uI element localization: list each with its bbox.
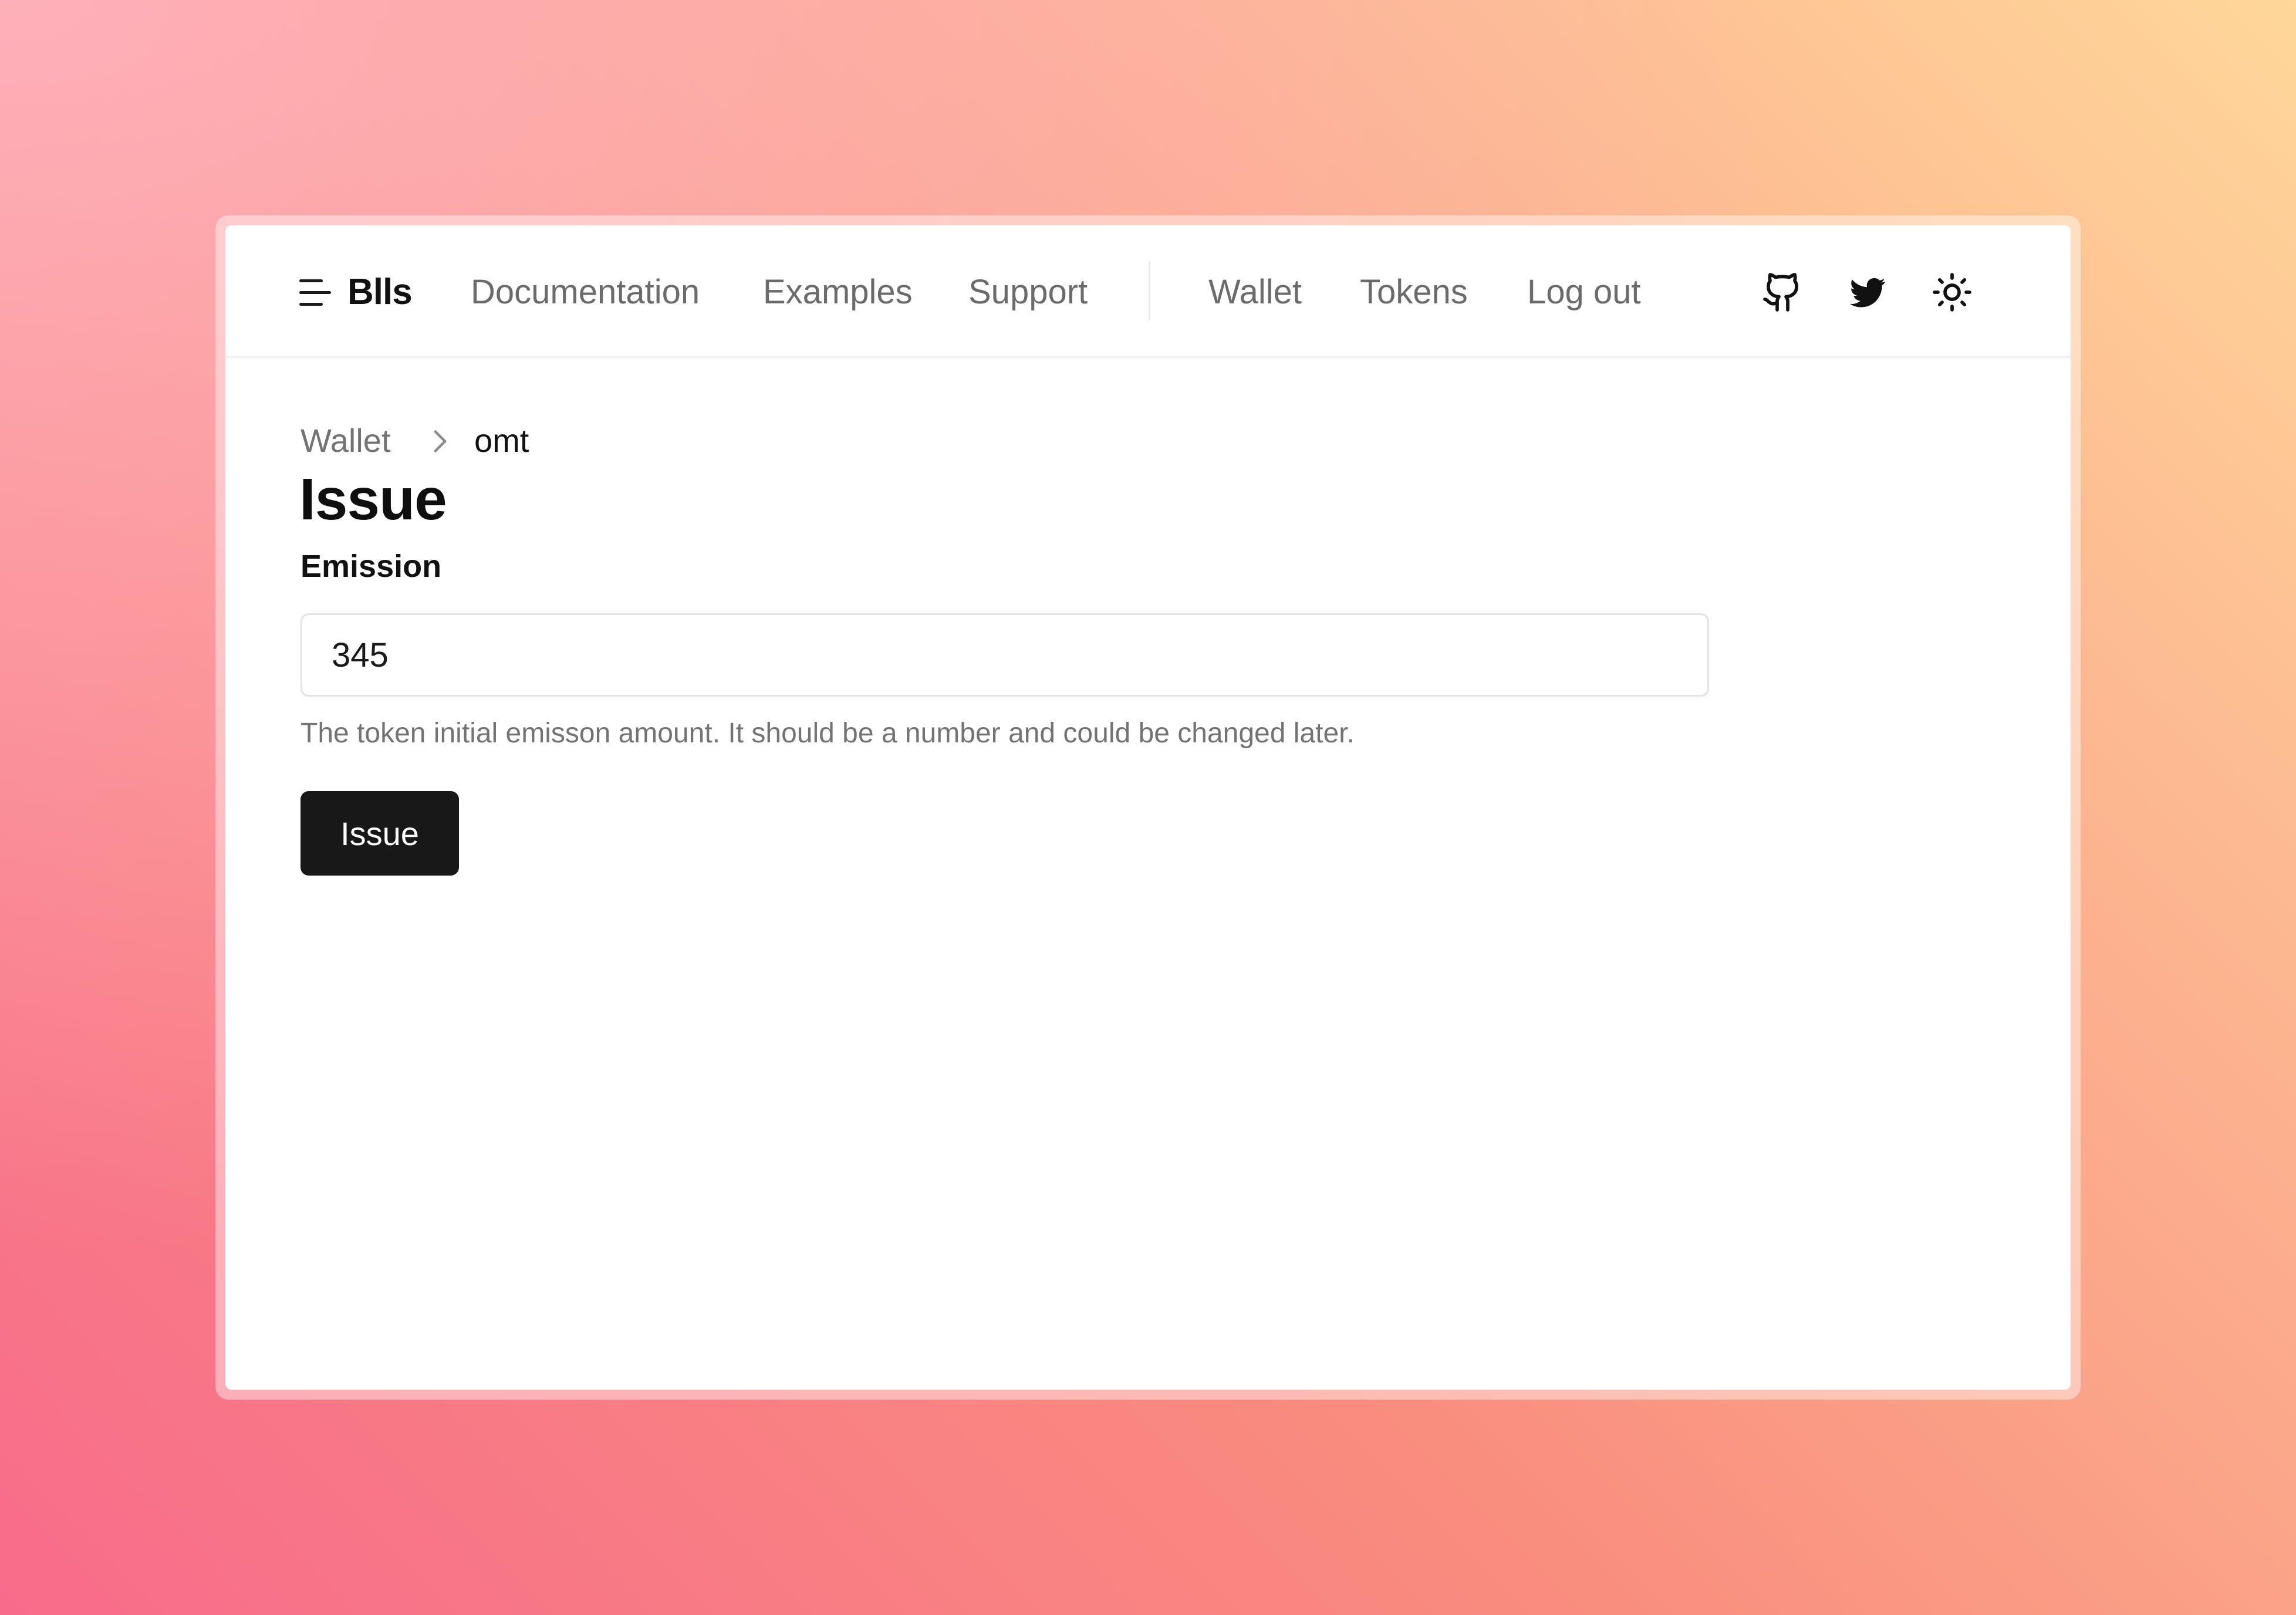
- nav-link-logout[interactable]: Log out: [1527, 272, 1641, 312]
- nav-link-tokens[interactable]: Tokens: [1360, 272, 1468, 312]
- breadcrumb-wallet[interactable]: Wallet: [300, 421, 391, 460]
- emission-input[interactable]: [300, 613, 1709, 697]
- issue-button[interactable]: Issue: [300, 791, 459, 876]
- nav-link-documentation[interactable]: Documentation: [471, 272, 700, 312]
- sun-icon[interactable]: [1931, 271, 1973, 313]
- nav-link-support[interactable]: Support: [968, 272, 1088, 312]
- emission-help-text: The token initial emisson amount. It sho…: [300, 718, 1355, 749]
- app-window: Blls Documentation Examples Support Wall…: [225, 225, 2071, 1390]
- breadcrumb-current: omt: [474, 422, 529, 459]
- chevron-right-icon: [434, 430, 447, 452]
- page-title: Issue: [299, 467, 447, 532]
- nav-link-wallet[interactable]: Wallet: [1208, 272, 1302, 312]
- nav-divider: [1149, 262, 1150, 320]
- twitter-icon[interactable]: [1846, 271, 1889, 313]
- github-icon[interactable]: [1761, 271, 1804, 313]
- brand-logo[interactable]: Blls: [347, 271, 413, 313]
- emission-label: Emission: [300, 549, 442, 584]
- menu-icon[interactable]: [299, 277, 331, 308]
- nav-link-examples[interactable]: Examples: [763, 272, 913, 312]
- top-navbar: Blls Documentation Examples Support Wall…: [225, 225, 2071, 358]
